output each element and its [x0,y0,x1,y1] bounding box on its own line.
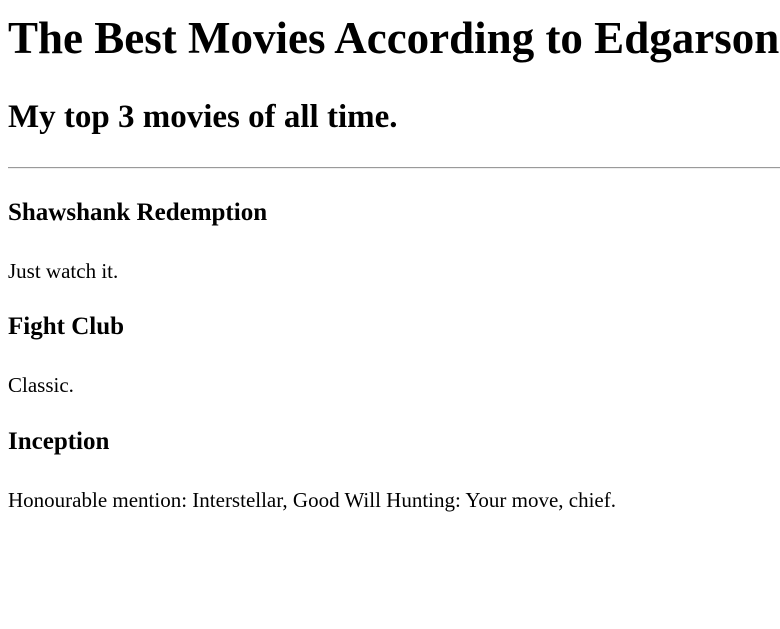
movie-title-2: Fight Club [8,313,125,340]
page-subtitle: My top 3 movies of all time. [8,99,398,135]
movie-title-3: Inception [8,428,110,455]
movie-note-2: Classic. [8,373,74,397]
honourable-mention: Honourable mention: Interstellar, Good W… [8,488,616,512]
movie-title-1: Shawshank Redemption [8,199,268,226]
page-content: The Best Movies According to Edgarson My… [0,11,780,513]
page-title: The Best Movies According to Edgarson [8,13,780,63]
movie-note-1: Just watch it. [8,259,119,283]
divider [8,167,780,169]
